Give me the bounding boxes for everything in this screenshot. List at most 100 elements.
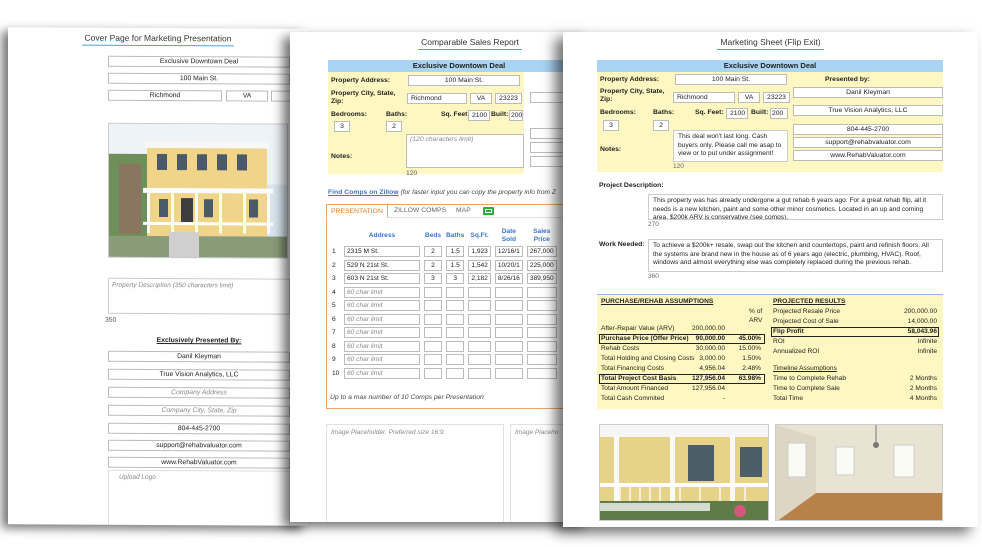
- comp-price-field[interactable]: [526, 367, 557, 379]
- comp-sqft-field[interactable]: 1,542: [468, 259, 491, 271]
- tab-map[interactable]: MAP: [452, 204, 475, 218]
- comps-address-field[interactable]: 100 Main St.: [408, 75, 520, 86]
- comp-beds-field[interactable]: [424, 300, 442, 312]
- comp-baths-field[interactable]: [446, 367, 465, 379]
- comp-beds-field[interactable]: [424, 354, 442, 366]
- comp-baths-field[interactable]: 1.5: [446, 259, 465, 271]
- headline-field[interactable]: Exclusive Downtown Deal: [108, 55, 290, 68]
- comps-baths-field[interactable]: 2: [386, 121, 402, 132]
- comps-bedrooms-field[interactable]: 3: [334, 121, 350, 132]
- comp-beds-field[interactable]: 3: [424, 273, 442, 285]
- comp-date-field[interactable]: 10/20/1: [494, 259, 523, 271]
- comp-price-field[interactable]: [526, 313, 557, 325]
- comps-state-field[interactable]: VA: [470, 93, 492, 104]
- comp-address-field[interactable]: 529 N 21st St.: [344, 259, 420, 271]
- flip-presenter-name-field[interactable]: Danil Kleyman: [793, 87, 943, 98]
- flip-zip-field[interactable]: 23223: [763, 92, 790, 103]
- comp-beds-field[interactable]: [424, 340, 442, 352]
- comp-price-field[interactable]: 267,000: [526, 246, 557, 258]
- company-address-field[interactable]: Company Address: [108, 386, 290, 399]
- comp-date-field[interactable]: [494, 354, 523, 366]
- comp-address-field[interactable]: 60 char limit: [344, 367, 420, 379]
- comp-address-field[interactable]: 2315 M St.: [344, 246, 420, 258]
- comp-address-field[interactable]: 60 char limit: [344, 340, 420, 352]
- flip-city-field[interactable]: Richmond: [673, 92, 735, 103]
- comp-address-field[interactable]: 60 char limit: [344, 286, 420, 298]
- flip-state-field[interactable]: VA: [738, 92, 760, 103]
- comp-sqft-field[interactable]: 2,182: [468, 273, 491, 285]
- comp-beds-field[interactable]: [424, 313, 442, 325]
- comps-zip-field[interactable]: 23223: [495, 93, 522, 104]
- company-field[interactable]: True Vision Analytics, LLC: [108, 368, 290, 381]
- flip-website-field[interactable]: www.RehabValuator.com: [793, 150, 943, 161]
- project-description-field[interactable]: This property was has already undergone …: [648, 194, 943, 220]
- comp-baths-field[interactable]: 3: [446, 273, 465, 285]
- comp-address-field[interactable]: 60 char limit: [344, 300, 420, 312]
- city-field[interactable]: Richmond: [108, 89, 222, 102]
- comp-beds-field[interactable]: 2: [424, 259, 442, 271]
- comp-beds-field[interactable]: [424, 367, 442, 379]
- comps-sqft-field[interactable]: 2100: [468, 110, 490, 121]
- comps-built-field[interactable]: 200: [509, 110, 523, 121]
- flip-company-field[interactable]: True Vision Analytics, LLC: [793, 105, 943, 116]
- flip-address-field[interactable]: 100 Main St.: [675, 74, 787, 85]
- comp-price-field[interactable]: 389,950: [526, 273, 557, 285]
- comp-baths-field[interactable]: 1.5: [446, 246, 465, 258]
- comps-city-field[interactable]: Richmond: [407, 93, 467, 104]
- comps-notes-field[interactable]: (120 characters limit): [406, 134, 524, 168]
- comp-price-field[interactable]: [526, 340, 557, 352]
- upload-logo-button[interactable]: Upload Logo: [108, 469, 290, 526]
- comp-baths-field[interactable]: [446, 354, 465, 366]
- flip-phone-field[interactable]: 804-445-2700: [793, 124, 943, 135]
- comp-date-field[interactable]: [494, 367, 523, 379]
- comp-sqft-field[interactable]: [468, 300, 491, 312]
- comp-date-field[interactable]: [494, 327, 523, 339]
- company-city-field[interactable]: Company City, State, Zip: [108, 404, 290, 417]
- property-description-field[interactable]: Property Description (350 characters lim…: [108, 277, 290, 315]
- find-comps-zillow-link[interactable]: Find Comps on Zillow: [328, 189, 399, 196]
- comp-baths-field[interactable]: [446, 313, 465, 325]
- email-field[interactable]: support@rehabvaluator.com: [108, 439, 290, 452]
- comp-sqft-field[interactable]: 1,923: [468, 246, 491, 258]
- flip-baths-field[interactable]: 2: [653, 120, 669, 131]
- flip-email-field[interactable]: support@rehabvaluator.com: [793, 137, 943, 148]
- phone-field[interactable]: 804-445-2700: [108, 422, 290, 435]
- comp-price-field[interactable]: [526, 327, 557, 339]
- flip-sqft-field[interactable]: 2100: [726, 108, 748, 119]
- comp-price-field[interactable]: 225,000: [526, 259, 557, 271]
- comp-address-field[interactable]: 60 char limit: [344, 313, 420, 325]
- comp-price-field[interactable]: [526, 354, 557, 366]
- comp-sqft-field[interactable]: [468, 367, 491, 379]
- comp-baths-field[interactable]: [446, 286, 465, 298]
- export-excel-icon[interactable]: [483, 207, 494, 215]
- tab-zillow-comps[interactable]: ZILLOW COMPS: [390, 204, 450, 218]
- comp-date-field[interactable]: [494, 286, 523, 298]
- comp-price-field[interactable]: [526, 300, 557, 312]
- address-field[interactable]: 100 Main St.: [108, 72, 290, 85]
- comp-address-field[interactable]: 60 char limit: [344, 327, 420, 339]
- comp-date-field[interactable]: [494, 313, 523, 325]
- comp-date-field[interactable]: 12/16/1: [494, 246, 523, 258]
- comp-address-field[interactable]: 60 char limit: [344, 354, 420, 366]
- comp-baths-field[interactable]: [446, 300, 465, 312]
- presenter-name-field[interactable]: Danil Kleyman: [108, 350, 290, 363]
- comp-date-field[interactable]: 8/26/16: [494, 273, 523, 285]
- comp-sqft-field[interactable]: [468, 313, 491, 325]
- comp-date-field[interactable]: [494, 300, 523, 312]
- comp-address-field[interactable]: 603 N 21st St.: [344, 273, 420, 285]
- comp-beds-field[interactable]: [424, 286, 442, 298]
- comp-beds-field[interactable]: [424, 327, 442, 339]
- flip-notes-field[interactable]: This deal won't last long. Cash buyers o…: [673, 130, 788, 162]
- comp-date-field[interactable]: [494, 340, 523, 352]
- comp-sqft-field[interactable]: [468, 354, 491, 366]
- website-field[interactable]: www.RehabValuator.com: [108, 456, 290, 469]
- comp-sqft-field[interactable]: [468, 286, 491, 298]
- work-needed-field[interactable]: To achieve a $200k+ resale, swap out the…: [648, 239, 943, 272]
- state-field[interactable]: VA: [226, 90, 268, 102]
- comp-price-field[interactable]: [526, 286, 557, 298]
- tab-presentation[interactable]: PRESENTATION: [326, 204, 388, 218]
- image-placeholder-1[interactable]: Image Placeholder. Preferred size 16:9.: [326, 424, 504, 522]
- comp-baths-field[interactable]: [446, 327, 465, 339]
- flip-built-field[interactable]: 200: [770, 108, 788, 119]
- comp-sqft-field[interactable]: [468, 327, 491, 339]
